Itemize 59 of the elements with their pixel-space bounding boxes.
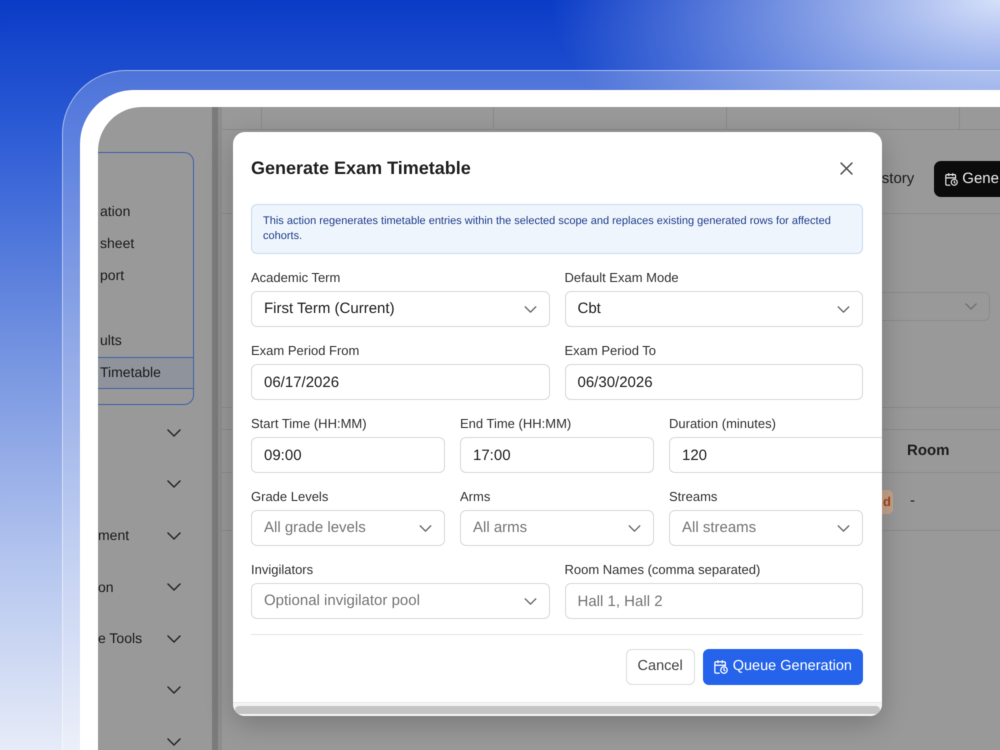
field-label: Invigilators — [251, 562, 314, 578]
field-label: Start Time (HH:MM) — [251, 416, 368, 432]
dropdown-field[interactable]: First Term (Current) — [251, 291, 550, 327]
sidebar-item[interactable]: Timetable — [98, 356, 193, 389]
chevron-down-icon[interactable] — [167, 583, 181, 592]
sidebar-item[interactable]: sheet — [98, 227, 193, 260]
queue-button[interactable]: Queue Generation — [702, 649, 863, 685]
chevron-down-icon[interactable] — [167, 634, 181, 643]
text-field[interactable]: 09:00 — [251, 437, 445, 473]
chevron-down-icon[interactable] — [524, 598, 536, 604]
nav-group-label[interactable]: e Tools — [98, 628, 142, 650]
sidebar-item[interactable]: ation — [98, 195, 193, 228]
chevron-down-icon[interactable] — [167, 686, 181, 694]
calendar-clock-icon — [714, 660, 728, 674]
nav-group-label[interactable]: on — [98, 576, 114, 598]
info-notice: This action regenerates timetable entries within the selected scope and replaces existing generated rows for affected cohorts. — [251, 204, 863, 254]
sidebar-item[interactable]: ults — [98, 324, 193, 357]
dropdown-field[interactable]: All arms — [460, 510, 654, 546]
dialog-title: Generate Exam Timetable — [251, 157, 471, 180]
toolbar-button[interactable]: story — [872, 161, 924, 197]
sidebar-item[interactable]: port — [98, 260, 193, 292]
field-label: Arms — [460, 489, 492, 505]
field-label: Duration (minutes) — [669, 416, 777, 432]
dropdown-field[interactable]: Optional invigilator pool — [251, 583, 550, 619]
toolbar-button[interactable]: Gene — [934, 161, 1000, 197]
text-field[interactable]: Hall 1, Hall 2 — [564, 583, 863, 619]
close-button[interactable] — [840, 162, 853, 174]
field-label: Grade Levels — [251, 489, 330, 505]
text-field[interactable]: 06/17/2026 — [251, 364, 550, 400]
field-label: End Time (HH:MM) — [460, 416, 572, 432]
status-badge: d — [882, 490, 893, 514]
text-field[interactable]: 17:00 — [460, 437, 654, 473]
nav-group-label[interactable]: ment — [98, 525, 130, 546]
calendar-clock-icon — [945, 172, 958, 186]
dropdown-field[interactable]: Cbt — [564, 291, 863, 327]
column-header: Room — [907, 440, 950, 461]
chevron-down-icon[interactable] — [524, 306, 536, 312]
text-field[interactable]: 120 — [669, 437, 882, 473]
field-label: Academic Term — [251, 270, 342, 286]
text-field[interactable]: 06/30/2026 — [564, 364, 863, 400]
chevron-down-icon[interactable] — [837, 524, 850, 532]
field-label: Exam Period To — [564, 343, 658, 359]
field-label: Default Exam Mode — [564, 270, 680, 286]
cancel-button[interactable]: Cancel — [626, 649, 695, 685]
chevron-down-icon[interactable] — [837, 306, 850, 312]
chevron-down-icon[interactable] — [167, 532, 181, 540]
table-cell-text: - — [910, 491, 915, 512]
dropdown-field[interactable]: All streams — [669, 510, 863, 546]
dropdown-field[interactable]: All grade levels — [251, 510, 445, 546]
chevron-down-icon[interactable] — [419, 524, 432, 532]
field-label: Exam Period From — [251, 343, 360, 359]
close-icon — [840, 162, 853, 174]
field-label: Room Names (comma separated) — [564, 562, 762, 578]
chevron-down-icon[interactable] — [167, 738, 181, 746]
scrollbar-thumb[interactable] — [235, 706, 880, 714]
chevron-down-icon[interactable] — [167, 480, 181, 488]
field-label: Streams — [669, 489, 718, 505]
chevron-down-icon[interactable] — [167, 428, 181, 437]
chevron-down-icon[interactable] — [628, 524, 641, 532]
